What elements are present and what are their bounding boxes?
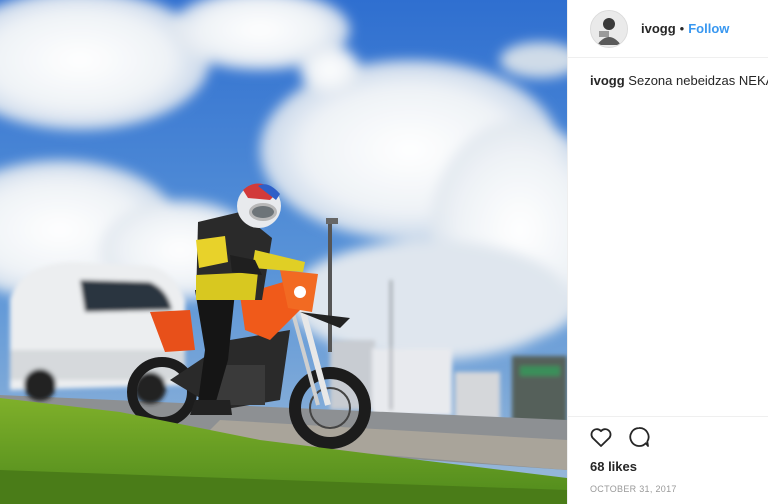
heart-icon: [590, 428, 612, 447]
post-actions: [588, 424, 652, 450]
caption-username[interactable]: ivogg: [590, 73, 625, 88]
avatar-image: [591, 10, 627, 47]
post-actions-divider: [568, 416, 768, 417]
post-photo[interactable]: [0, 0, 567, 504]
username[interactable]: ivogg: [641, 21, 676, 36]
post-date: OCTOBER 31, 2017: [590, 484, 677, 494]
follow-button[interactable]: Follow: [688, 21, 729, 36]
comment-bubble-icon: [629, 427, 650, 447]
like-button[interactable]: [588, 424, 614, 450]
post-side-panel: ivogg • Follow ivogg Sezona nebeidzas NE…: [567, 0, 768, 504]
caption-text: Sezona nebeidzas NEKAD: [628, 73, 768, 88]
comment-button[interactable]: [626, 424, 652, 450]
post-caption: ivogg Sezona nebeidzas NEKAD: [590, 72, 768, 90]
instagram-post: ivogg • Follow ivogg Sezona nebeidzas NE…: [0, 0, 768, 504]
motorcycle-photo: [0, 0, 567, 504]
separator-dot: •: [679, 21, 685, 36]
post-header: ivogg • Follow: [568, 0, 768, 58]
avatar[interactable]: [590, 9, 628, 48]
likes-count[interactable]: 68 likes: [590, 459, 637, 474]
